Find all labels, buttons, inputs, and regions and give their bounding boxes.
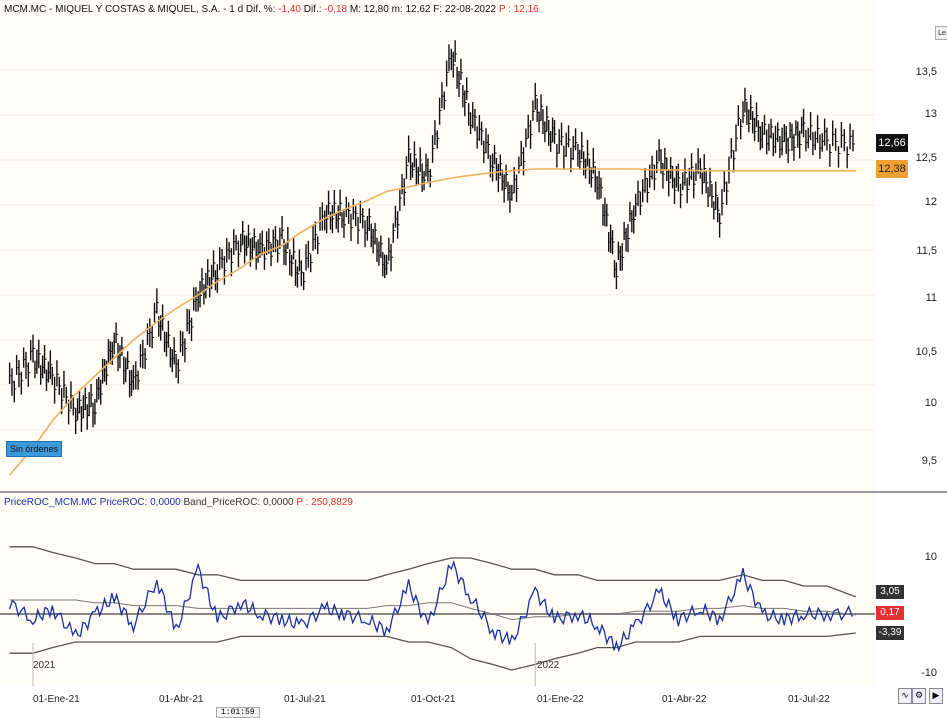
y-tick-price: 13,5 <box>915 66 937 78</box>
y-tick-roc: 10 <box>924 551 937 563</box>
year-label: 2022 <box>537 660 560 671</box>
roc-zero-marker: ▸ <box>877 604 883 615</box>
roc-legend-p: P : 250,8829 <box>296 497 353 508</box>
price-y-axis[interactable]: 13,5 13 12,5 12 11,5 11 10,5 10 9,5 <box>875 0 947 491</box>
x-tick-label: 01-Abr-22 <box>662 694 707 705</box>
roc-lower-band <box>9 632 856 671</box>
y-tick-price: 10 <box>924 397 937 409</box>
moving-average-line <box>8 168 856 476</box>
roc-legend-band: Band_PriceROC: 0,0000 <box>183 497 294 508</box>
roc-upper-band <box>9 546 857 598</box>
roc-line <box>8 559 853 653</box>
legend-last: P : 12,16 <box>498 4 539 15</box>
roc-chart-panel[interactable] <box>0 493 875 686</box>
legend-dif: -0,18 <box>324 4 348 15</box>
y-tick-price: 12 <box>924 196 937 208</box>
roc-legend-series: PriceROC_MCM.MC <box>4 497 97 508</box>
roc-chart[interactable] <box>0 493 875 686</box>
legend-dif-pct-label: Dif. %: <box>245 4 276 15</box>
draw-tool-icon[interactable]: ∿ <box>898 688 912 704</box>
price-legend: MCM.MC - MIQUEL Y COSTAS & MIQUEL, S.A. … <box>4 4 539 15</box>
video-timecode: 1:01:59 <box>216 707 260 718</box>
y-tick-price: 9,5 <box>921 455 937 467</box>
last-price-badge: 12,66 <box>876 134 908 152</box>
legend-date: F: 22-08-2022 <box>433 4 497 15</box>
corner-expand-button[interactable]: Le <box>935 26 947 40</box>
lower-band-badge: -3,39 <box>876 626 904 640</box>
roc-legend-value: PriceROC: 0,0000 <box>99 497 181 508</box>
y-tick-price: 13 <box>924 108 937 120</box>
y-tick-roc: -10 <box>921 667 937 679</box>
price-chart[interactable] <box>0 0 875 491</box>
x-tick-label: 01-Ene-21 <box>33 694 80 705</box>
legend-dif-pct: -1,40 <box>278 4 301 15</box>
x-tick-label: 01-Abr-21 <box>159 694 204 705</box>
y-tick-price: 11,5 <box>916 245 937 257</box>
legend-min: m: 12,62 <box>391 4 431 15</box>
legend-name: - MIQUEL Y COSTAS & MIQUEL, S.A. - 1 d <box>49 4 244 15</box>
settings-tool-icon[interactable]: ⚙ <box>912 688 926 704</box>
price-chart-panel[interactable] <box>0 0 875 491</box>
moving-average-badge: 12,38 <box>876 160 908 178</box>
roc-legend: PriceROC_MCM.MC PriceROC: 0,0000 Band_Pr… <box>4 497 353 508</box>
year-label: 2021 <box>33 660 56 671</box>
scroll-right-icon[interactable]: ▶ <box>929 688 943 704</box>
legend-dif-label: Dif.: <box>303 4 322 15</box>
roc-middle-band <box>9 599 856 621</box>
y-tick-price: 11 <box>925 292 937 304</box>
y-tick-price: 10,5 <box>915 346 937 358</box>
y-tick-price: 12,5 <box>915 152 937 164</box>
x-tick-label: 01-Oct-21 <box>411 694 456 705</box>
legend-max: M: 12,80 <box>349 4 389 15</box>
orders-badge[interactable]: Sin órdenes <box>6 441 63 457</box>
x-tick-label: 01-Ene-22 <box>537 694 584 705</box>
legend-symbol: MCM.MC <box>4 4 47 15</box>
upper-band-badge: 3,05 <box>876 585 904 599</box>
x-tick-label: 01-Jul-22 <box>788 694 830 705</box>
x-tick-label: 01-Jul-21 <box>284 694 326 705</box>
